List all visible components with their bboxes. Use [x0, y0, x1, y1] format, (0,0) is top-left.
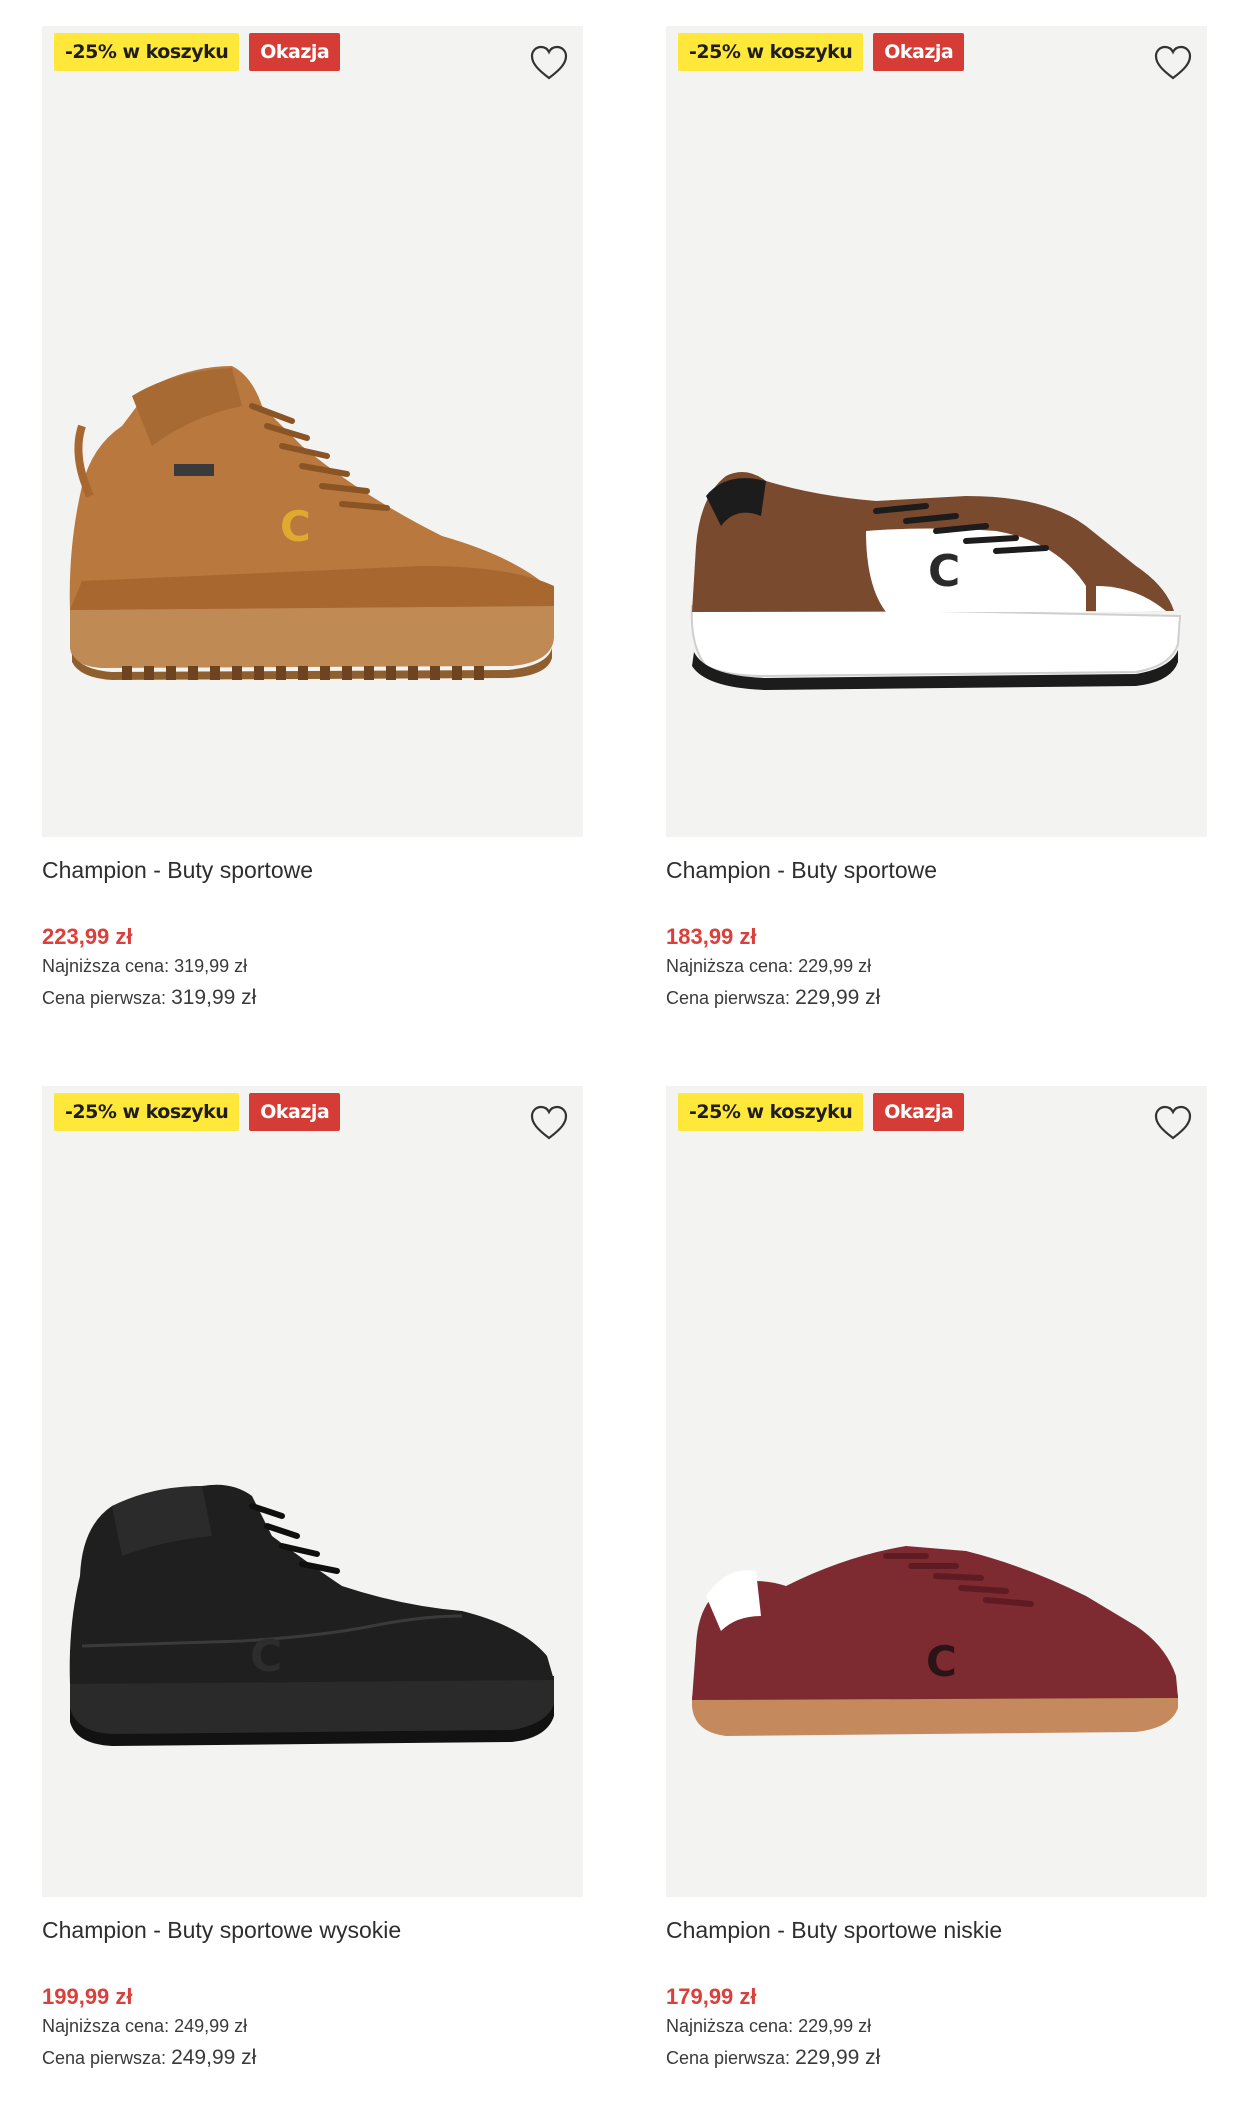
heart-outline-icon: [1154, 45, 1192, 80]
product-title[interactable]: Champion - Buty sportowe: [666, 855, 1207, 885]
product-card[interactable]: C -25% w koszyku Okazja Champion - Buty …: [666, 1086, 1207, 2074]
wishlist-button[interactable]: [529, 44, 569, 82]
product-title[interactable]: Champion - Buty sportowe: [42, 855, 583, 885]
product-price: 199,99 zł: [42, 1984, 133, 2009]
lowest-price-value: 229,99 zł: [798, 2016, 872, 2036]
promo-badge: -25% w koszyku: [678, 33, 864, 71]
product-image[interactable]: C -25% w koszyku Okazja: [666, 1086, 1207, 1897]
promo-badge: -25% w koszyku: [54, 1093, 240, 1131]
product-image[interactable]: C -25% w koszyku Okazja: [42, 26, 583, 837]
lowest-price-value: 229,99 zł: [798, 956, 872, 976]
first-price-label: Cena pierwsza:: [42, 988, 167, 1008]
lowest-price-value: 249,99 zł: [174, 2016, 248, 2036]
lowest-price-row: Najniższa cena: 249,99 zł: [42, 2011, 583, 2042]
low-burgundy-sneaker-image: C: [692, 1546, 1178, 1736]
lowest-price-row: Najniższa cena: 319,99 zł: [42, 951, 583, 982]
first-price-label: Cena pierwsza:: [42, 2048, 167, 2068]
first-price-row: Cena pierwsza: 229,99 zł: [666, 2042, 1207, 2074]
lowest-price-label: Najniższa cena:: [42, 956, 170, 976]
product-price: 179,99 zł: [666, 1984, 757, 2009]
first-price-value: 229,99 zł: [795, 2046, 881, 2069]
lowest-price-row: Najniższa cena: 229,99 zł: [666, 951, 1207, 982]
product-card[interactable]: C -25% w koszyku Okazja Champion - Buty …: [666, 26, 1207, 1014]
high-top-tan-sneaker-image: C: [69, 366, 554, 680]
product-price: 223,99 zł: [42, 924, 133, 949]
lowest-price-label: Najniższa cena:: [42, 2016, 170, 2036]
product-title[interactable]: Champion - Buty sportowe wysokie: [42, 1915, 583, 1945]
badge-group: -25% w koszyku Okazja: [54, 1093, 341, 1131]
deal-badge: Okazja: [873, 1093, 965, 1131]
product-price: 183,99 zł: [666, 924, 757, 949]
badge-group: -25% w koszyku Okazja: [678, 1093, 965, 1131]
product-card[interactable]: C -25% w koszyku Okazja Champion - Buty …: [42, 1086, 583, 2074]
promo-badge: -25% w koszyku: [54, 33, 240, 71]
first-price-row: Cena pierwsza: 319,99 zł: [42, 982, 583, 1014]
svg-text:C: C: [250, 1631, 282, 1682]
deal-badge: Okazja: [249, 1093, 341, 1131]
wishlist-button[interactable]: [529, 1104, 569, 1142]
lowest-price-label: Najniższa cena:: [666, 956, 794, 976]
badge-group: -25% w koszyku Okazja: [678, 33, 965, 71]
svg-text:C: C: [928, 546, 960, 597]
lowest-price-label: Najniższa cena:: [666, 2016, 794, 2036]
svg-text:C: C: [926, 1637, 957, 1686]
first-price-row: Cena pierwsza: 249,99 zł: [42, 2042, 583, 2074]
first-price-row: Cena pierwsza: 229,99 zł: [666, 982, 1207, 1014]
badge-group: -25% w koszyku Okazja: [54, 33, 341, 71]
promo-badge: -25% w koszyku: [678, 1093, 864, 1131]
lowest-price-value: 319,99 zł: [174, 956, 248, 976]
first-price-value: 319,99 zł: [171, 986, 257, 1009]
wishlist-button[interactable]: [1153, 44, 1193, 82]
product-card[interactable]: C -25% w koszyku Okazja Champion - Buty …: [42, 26, 583, 1014]
heart-outline-icon: [1154, 1105, 1192, 1140]
wishlist-button[interactable]: [1153, 1104, 1193, 1142]
lowest-price-row: Najniższa cena: 229,99 zł: [666, 2011, 1207, 2042]
product-image[interactable]: C -25% w koszyku Okazja: [42, 1086, 583, 1897]
heart-outline-icon: [530, 45, 568, 80]
heart-outline-icon: [530, 1105, 568, 1140]
deal-badge: Okazja: [249, 33, 341, 71]
deal-badge: Okazja: [873, 33, 965, 71]
high-top-black-sneaker-image: C: [69, 1484, 554, 1746]
svg-text:C: C: [280, 502, 311, 551]
product-image[interactable]: C -25% w koszyku Okazja: [666, 26, 1207, 837]
product-title[interactable]: Champion - Buty sportowe niskie: [666, 1915, 1207, 1945]
first-price-label: Cena pierwsza:: [666, 2048, 791, 2068]
low-brown-white-sneaker-image: C: [690, 472, 1182, 690]
first-price-label: Cena pierwsza:: [666, 988, 791, 1008]
first-price-value: 229,99 zł: [795, 986, 881, 1009]
first-price-value: 249,99 zł: [171, 2046, 257, 2069]
